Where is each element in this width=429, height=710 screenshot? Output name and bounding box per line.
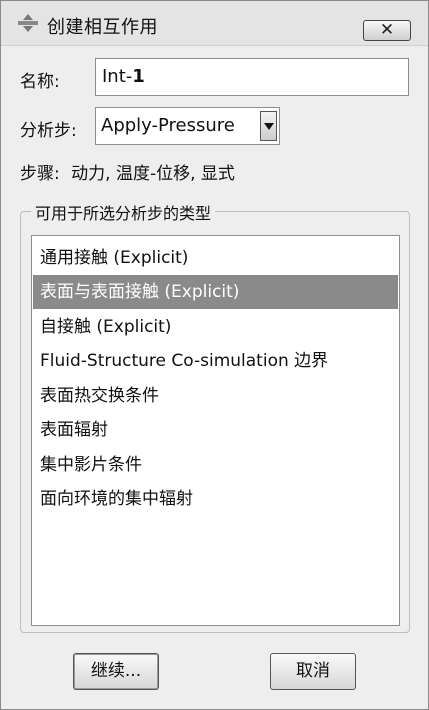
list-item-selected[interactable]: 表面与表面接触 (Explicit)	[33, 275, 398, 309]
procedure-line: 步骤: 动力, 温度-位移, 显式	[20, 159, 235, 184]
list-item[interactable]: 表面辐射	[33, 413, 398, 447]
close-icon: ✕	[379, 20, 395, 40]
cancel-button[interactable]: 取消	[270, 653, 356, 690]
step-select[interactable]: Apply-Pressure	[95, 107, 280, 145]
create-interaction-dialog: 创建相互作用 ✕ 名称: Int-1 分析步: Apply-Pressure 步…	[0, 0, 429, 710]
procedure-label: 步骤:	[20, 164, 60, 184]
list-item[interactable]: 集中影片条件	[33, 448, 398, 482]
dialog-title: 创建相互作用	[47, 17, 158, 38]
step-label: 分析步:	[20, 121, 77, 141]
name-value-suffix: 1	[132, 66, 145, 87]
list-item[interactable]: 表面热交换条件	[33, 379, 398, 413]
close-button[interactable]: ✕	[363, 20, 411, 41]
types-group-title: 可用于所选分析步的类型	[31, 200, 216, 224]
title-bar: 创建相互作用 ✕	[1, 1, 428, 46]
procedure-value: 动力, 温度-位移, 显式	[71, 164, 235, 184]
name-input[interactable]: Int-1	[95, 58, 409, 96]
list-item[interactable]: 自接触 (Explicit)	[33, 310, 398, 344]
list-item[interactable]: 面向环境的集中辐射	[33, 482, 398, 516]
continue-button[interactable]: 继续...	[73, 653, 159, 690]
list-item[interactable]: Fluid-Structure Co-simulation 边界	[33, 344, 398, 378]
name-label: 名称:	[20, 72, 60, 92]
step-select-value: Apply-Pressure	[101, 115, 235, 136]
name-value-prefix: Int-	[102, 66, 133, 87]
interaction-icon	[17, 14, 39, 32]
list-item[interactable]: 通用接触 (Explicit)	[33, 241, 398, 275]
interaction-type-list[interactable]: 通用接触 (Explicit) 表面与表面接触 (Explicit) 自接触 (…	[31, 235, 400, 626]
chevron-down-icon[interactable]	[260, 111, 277, 141]
